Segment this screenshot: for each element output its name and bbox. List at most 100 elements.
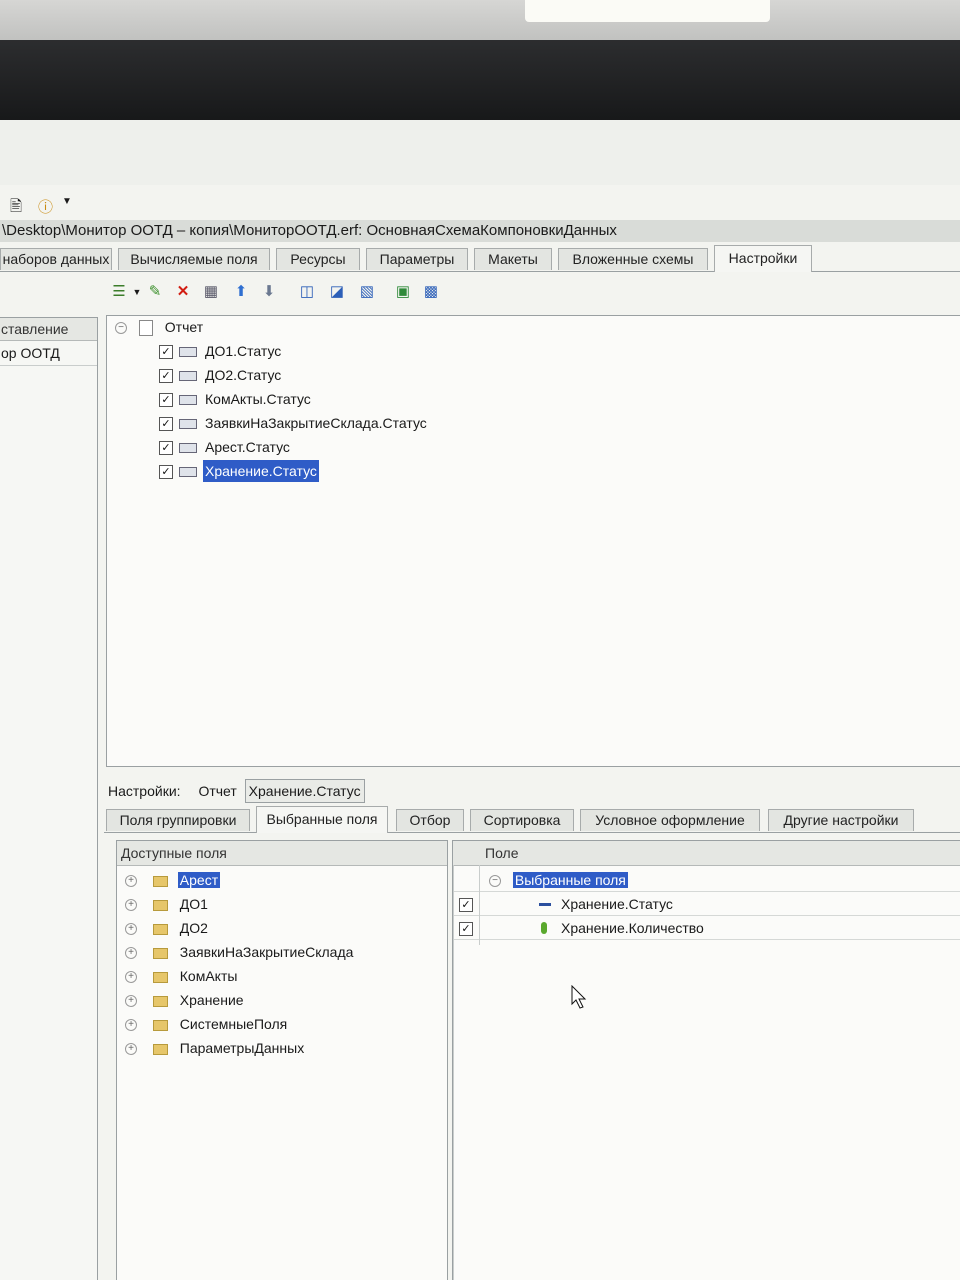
tree-item-label: ДО1.Статус — [205, 343, 282, 359]
item-checkbox[interactable]: ✓ — [159, 369, 173, 383]
left-panel-header: ставление — [0, 318, 97, 341]
group-up-icon[interactable]: ◫ — [297, 282, 317, 302]
tab-sorting[interactable]: Сортировка — [470, 809, 574, 831]
folder-icon — [152, 1019, 168, 1031]
available-fields-header: Доступные поля — [117, 841, 447, 866]
item-checkbox[interactable]: ✓ — [159, 393, 173, 407]
available-field-row[interactable]: + ДО2 — [125, 917, 208, 939]
expand-icon[interactable]: + — [125, 971, 137, 984]
item-checkbox[interactable]: ✓ — [159, 345, 173, 359]
available-field-row[interactable]: + Хранение — [125, 989, 244, 1011]
selected-field-row[interactable]: ✓ Хранение.Количество — [453, 917, 960, 939]
tab-datasets[interactable]: наборов данных — [0, 248, 112, 270]
delete-icon[interactable]: ✕ — [173, 282, 193, 302]
available-field-row[interactable]: + ЗаявкиНаЗакрытиеСклада — [125, 941, 353, 963]
collapse-icon[interactable]: − — [115, 322, 127, 335]
available-field-label: Арест — [177, 872, 221, 888]
settings-current[interactable]: Хранение.Статус — [244, 779, 365, 803]
edit-pencil-icon[interactable]: ✎ — [145, 282, 165, 302]
selected-field-row[interactable]: ✓ Хранение.Статус — [453, 893, 960, 915]
tab-resources[interactable]: Ресурсы — [276, 248, 360, 270]
expand-icon[interactable]: + — [125, 923, 137, 936]
monitor-bezel — [0, 40, 960, 130]
row-divider — [453, 891, 960, 892]
move-down-icon[interactable]: ⬇ — [259, 282, 279, 302]
item-checkbox[interactable]: ✓ — [159, 465, 173, 479]
group-down-icon[interactable]: ◪ — [327, 282, 347, 302]
tab-conditional-appearance[interactable]: Условное оформление — [580, 809, 760, 831]
expand-icon[interactable]: + — [125, 899, 137, 912]
add-settings-icon[interactable]: ▣ — [393, 282, 413, 302]
available-field-row[interactable]: + СистемныеПоля — [125, 1013, 287, 1035]
field-icon — [179, 347, 197, 357]
settings-tabs: Поля группировки Выбранные поля Отбор Со… — [104, 806, 960, 833]
tree-item-selected[interactable]: ✓ Хранение.Статус — [159, 460, 399, 482]
tab-parameters[interactable]: Параметры — [366, 248, 468, 270]
folder-icon — [152, 947, 168, 959]
available-field-label: ДО1 — [179, 896, 208, 912]
folder-icon — [152, 971, 168, 983]
settings-view-icon[interactable]: ▩ — [421, 282, 441, 302]
document-list-icon[interactable]: 🖹 — [10, 196, 28, 215]
item-checkbox[interactable]: ✓ — [159, 417, 173, 431]
chevron-down-icon[interactable]: ▼ — [127, 282, 147, 302]
dropdown-arrow-icon[interactable]: ▼ — [62, 196, 80, 214]
tab-other-settings[interactable]: Другие настройки — [768, 809, 914, 831]
tab-filter[interactable]: Отбор — [396, 809, 464, 831]
expand-icon[interactable]: + — [125, 1019, 137, 1032]
available-field-label: ПараметрыДанных — [179, 1040, 305, 1056]
add-group-icon[interactable]: ☰ — [109, 282, 129, 302]
column-divider — [479, 865, 480, 945]
move-up-icon[interactable]: ⬆ — [231, 282, 251, 302]
tab-settings[interactable]: Настройки — [714, 245, 812, 272]
tab-selected-fields[interactable]: Выбранные поля — [256, 806, 388, 833]
tree-root[interactable]: − Отчет — [115, 316, 203, 338]
row-divider — [453, 915, 960, 916]
selected-group-label: Выбранные поля — [512, 872, 628, 888]
expand-icon[interactable]: + — [125, 947, 137, 960]
available-field-row[interactable]: + ПараметрыДанных — [125, 1037, 304, 1059]
selected-field-checkbox[interactable]: ✓ — [459, 922, 473, 936]
left-panel-item[interactable]: ор ООТД — [0, 341, 97, 366]
field-icon — [179, 467, 197, 477]
app-top-area — [0, 120, 960, 185]
tree-item-label: Арест.Статус — [205, 439, 290, 455]
item-checkbox[interactable]: ✓ — [159, 441, 173, 455]
ungroup-icon[interactable]: ▧ — [357, 282, 377, 302]
field-icon — [179, 443, 197, 453]
selected-field-checkbox[interactable]: ✓ — [459, 898, 473, 912]
left-panel: ставление ор ООТД — [0, 317, 98, 1280]
available-field-label: КомАкты — [179, 968, 238, 984]
folder-icon — [152, 923, 168, 935]
window-title: \Desktop\Монитор ООТД – копия\МониторООТ… — [0, 220, 960, 242]
collapse-icon[interactable]: − — [489, 875, 501, 888]
available-field-label: СистемныеПоля — [179, 1016, 288, 1032]
field-type-icon — [539, 903, 551, 906]
field-icon — [179, 371, 197, 381]
tree-item-label: Хранение.Статус — [203, 460, 319, 482]
selected-group-row[interactable]: − Выбранные поля — [489, 869, 628, 891]
tab-templates[interactable]: Макеты — [474, 248, 552, 270]
field-icon — [179, 395, 197, 405]
expand-icon[interactable]: + — [125, 875, 137, 888]
properties-icon[interactable]: ▦ — [201, 282, 221, 302]
report-icon — [138, 320, 153, 337]
mouse-cursor-icon — [571, 985, 587, 1009]
available-fields-pane: Доступные поля + Арест + ДО1 + ДО2 + Зая… — [116, 840, 448, 1280]
expand-icon[interactable]: + — [125, 1043, 137, 1056]
available-field-label: Хранение — [179, 992, 244, 1008]
available-field-row[interactable]: + ДО1 — [125, 893, 208, 915]
info-icon[interactable]: ⓘ — [38, 196, 56, 216]
tab-nested-schemas[interactable]: Вложенные схемы — [558, 248, 708, 270]
tree-root-label: Отчет — [164, 319, 204, 335]
folder-icon — [152, 899, 168, 911]
selected-field-label: Хранение.Статус — [561, 896, 673, 912]
settings-root[interactable]: Отчет — [198, 783, 236, 799]
row-divider — [453, 939, 960, 940]
available-field-row[interactable]: + КомАкты — [125, 965, 237, 987]
expand-icon[interactable]: + — [125, 995, 137, 1008]
structure-toolbar: ☰ ▼ ✎ ✕ ▦ ⬆ ⬇ ◫ ◪ ▧ ▣ ▩ — [105, 280, 465, 306]
tab-grouping-fields[interactable]: Поля группировки — [106, 809, 250, 831]
available-field-row[interactable]: + Арест — [125, 869, 221, 891]
tab-calculated-fields[interactable]: Вычисляемые поля — [118, 248, 270, 270]
